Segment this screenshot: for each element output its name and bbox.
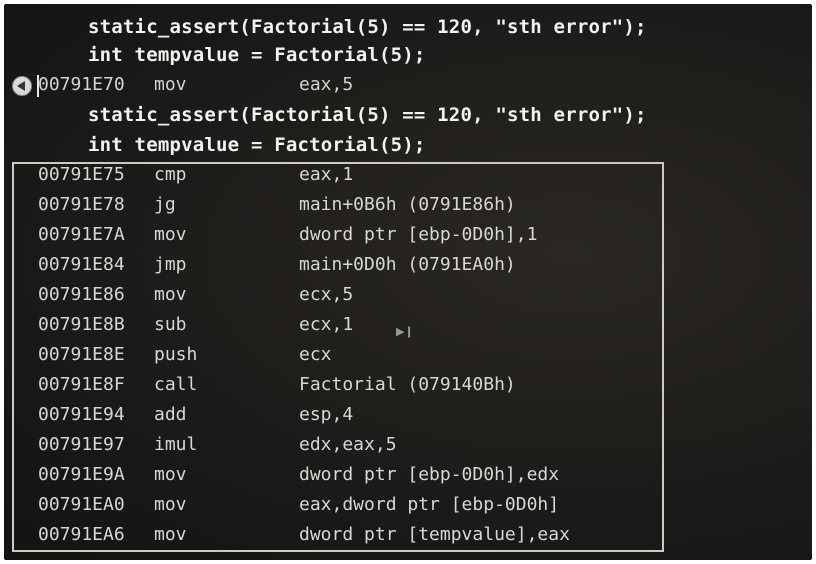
instruction-opcode: mov <box>154 524 187 545</box>
instruction-row[interactable]: 00791E97 imul edx,eax,5 <box>4 434 764 462</box>
instruction-row[interactable]: 00791E8E push ecx <box>4 344 764 372</box>
instruction-address: 00791E8B <box>38 314 125 335</box>
instruction-address: 00791EA6 <box>38 524 125 545</box>
instruction-row[interactable]: 00791EA0 mov eax,dword ptr [ebp-0D0h] <box>4 494 764 522</box>
instruction-operands: dword ptr [ebp-0D0h],1 <box>299 224 538 245</box>
instruction-operands: dword ptr [tempvalue],eax <box>299 524 570 545</box>
instruction-operands: eax,1 <box>299 164 354 185</box>
instruction-opcode: push <box>154 344 198 365</box>
source-line[interactable]: static_assert(Factorial(5) == 120, "sth … <box>88 16 647 38</box>
instruction-address: 00791E75 <box>38 164 125 185</box>
instruction-address: 00791E97 <box>38 434 125 455</box>
disassembly-window: static_assert(Factorial(5) == 120, "sth … <box>4 4 812 560</box>
instruction-row[interactable]: 00791E75 cmp eax,1 <box>4 164 764 192</box>
instruction-address: 00791E86 <box>38 284 125 305</box>
instruction-opcode: add <box>154 404 187 425</box>
instruction-operands: esp,4 <box>299 404 354 425</box>
instruction-address: 00791E78 <box>38 194 125 215</box>
instruction-opcode: sub <box>154 314 187 335</box>
instruction-opcode: cmp <box>154 164 187 185</box>
instruction-row[interactable]: 00791E7A mov dword ptr [ebp-0D0h],1 <box>4 224 764 252</box>
source-line[interactable]: int tempvalue = Factorial(5); <box>88 44 426 66</box>
instruction-operands: main+0D0h (0791EA0h) <box>299 254 516 275</box>
current-instruction-row[interactable]: 00791E70 mov eax,5 <box>4 74 764 102</box>
instruction-row[interactable]: 00791E94 add esp,4 <box>4 404 764 432</box>
instruction-opcode: mov <box>154 464 187 485</box>
source-line[interactable]: static_assert(Factorial(5) == 120, "sth … <box>88 104 647 126</box>
instruction-operands: Factorial (079140Bh) <box>299 374 516 395</box>
instruction-address: 00791EA0 <box>38 494 125 515</box>
instruction-row[interactable]: 00791E9A mov dword ptr [ebp-0D0h],edx <box>4 464 764 492</box>
instruction-row[interactable]: 00791E8F call Factorial (079140Bh) <box>4 374 764 402</box>
instruction-opcode: jmp <box>154 254 187 275</box>
instruction-operands: ecx,5 <box>299 284 354 305</box>
instruction-opcode: imul <box>154 434 198 455</box>
run-to-click-icon[interactable]: ▶❙ <box>396 325 414 338</box>
instruction-address: 00791E94 <box>38 404 125 425</box>
instruction-address: 00791E84 <box>38 254 125 275</box>
instruction-opcode: mov <box>154 224 187 245</box>
instruction-row[interactable]: 00791EA6 mov dword ptr [tempvalue],eax <box>4 524 764 552</box>
instruction-address: 00791E8E <box>38 344 125 365</box>
instruction-opcode: mov <box>154 284 187 305</box>
instruction-operands: edx,eax,5 <box>299 434 397 455</box>
instruction-opcode: call <box>154 374 198 395</box>
instruction-operands: dword ptr [ebp-0D0h],edx <box>299 464 560 485</box>
instruction-row[interactable]: 00791E84 jmp main+0D0h (0791EA0h) <box>4 254 764 282</box>
instruction-address: 00791E9A <box>38 464 125 485</box>
instruction-address: 00791E8F <box>38 374 125 395</box>
instruction-address: 00791E70 <box>38 74 125 95</box>
instruction-operands: eax,dword ptr [ebp-0D0h] <box>299 494 560 515</box>
instruction-row[interactable]: 00791E78 jg main+0B6h (0791E86h) <box>4 194 764 222</box>
instruction-opcode: jg <box>154 194 176 215</box>
instruction-opcode: mov <box>154 74 187 95</box>
instruction-operands: main+0B6h (0791E86h) <box>299 194 516 215</box>
instruction-operands: eax,5 <box>299 74 354 95</box>
source-line[interactable]: int tempvalue = Factorial(5); <box>88 134 426 156</box>
instruction-operands: ecx <box>299 344 332 365</box>
instruction-operands: ecx,1 <box>299 314 354 335</box>
instruction-opcode: mov <box>154 494 187 515</box>
instruction-row[interactable]: 00791E8B sub ecx,1 <box>4 314 764 342</box>
instruction-row[interactable]: 00791E86 mov ecx,5 <box>4 284 764 312</box>
instruction-address: 00791E7A <box>38 224 125 245</box>
